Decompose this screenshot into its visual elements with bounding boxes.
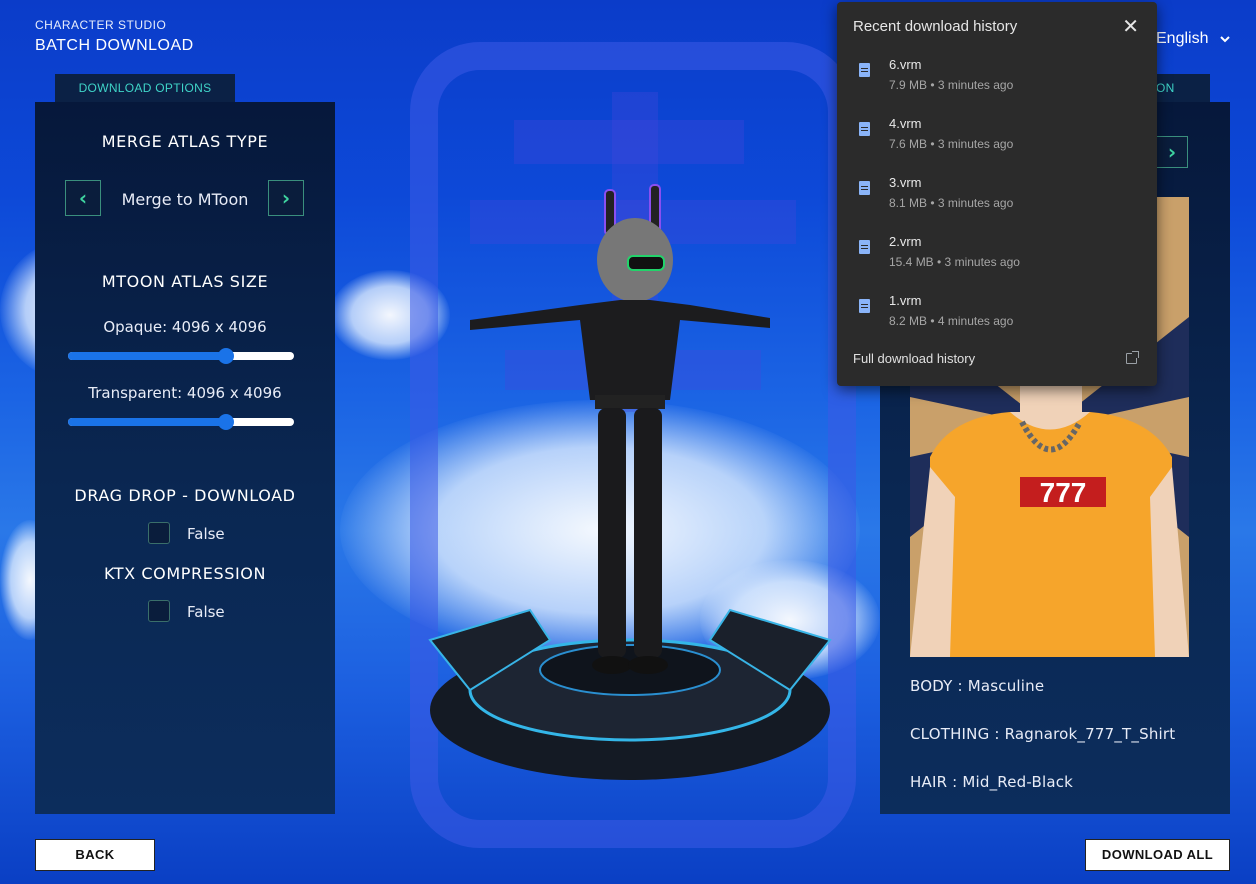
hair-info: HAIR : Mid_Red-Black [910,773,1074,791]
download-item[interactable]: 2.vrm 15.4 MB • 3 minutes ago [837,234,1157,293]
back-button[interactable]: BACK [35,839,155,871]
drag-drop-heading: DRAG DROP - DOWNLOAD [74,486,296,505]
download-item[interactable]: 6.vrm 7.9 MB • 3 minutes ago [837,57,1157,116]
download-history-popup: Recent download history ✕ 6.vrm 7.9 MB •… [837,2,1157,386]
download-all-button[interactable]: DOWNLOAD ALL [1085,839,1230,871]
merge-next-button[interactable]: › [268,180,304,216]
opaque-size-label: Opaque: 4096 x 4096 [103,318,267,336]
opaque-size-slider[interactable] [68,348,294,364]
file-icon [859,299,870,313]
chevron-down-icon [1220,36,1230,43]
file-icon [859,63,870,77]
download-item-meta: 7.9 MB • 3 minutes ago [889,78,1014,92]
download-item-name: 1.vrm [889,293,922,308]
download-item-meta: 8.1 MB • 3 minutes ago [889,196,1014,210]
transparent-size-label: Transparent: 4096 x 4096 [88,384,282,402]
tab-download-options[interactable]: DOWNLOAD OPTIONS [55,74,235,102]
language-value: English [1156,30,1209,47]
download-item[interactable]: 3.vrm 8.1 MB • 3 minutes ago [837,175,1157,234]
language-select[interactable]: English [1156,30,1231,48]
download-item[interactable]: 4.vrm 7.6 MB • 3 minutes ago [837,116,1157,175]
clothing-info: CLOTHING : Ragnarok_777_T_Shirt [910,725,1176,743]
options-panel: MERGE ATLAS TYPE ‹ Merge to MToon › MTOO… [35,102,335,814]
drag-drop-value: False [187,525,225,543]
file-icon [859,240,870,254]
download-item-name: 4.vrm [889,116,922,131]
file-icon [859,181,870,195]
glyph-decoration [514,120,744,164]
page-title: BATCH DOWNLOAD [35,37,194,54]
ktx-compression-heading: KTX COMPRESSION [103,564,267,583]
slider-fill [68,418,227,426]
file-icon [859,122,870,136]
slider-knob[interactable] [218,414,235,430]
body-info: BODY : Masculine [910,677,1045,695]
close-icon[interactable]: ✕ [1122,14,1139,39]
slider-knob[interactable] [218,348,235,364]
download-item-name: 3.vrm [889,175,922,190]
drag-drop-checkbox[interactable] [148,522,170,544]
tab-right[interactable]: ON [1150,74,1210,102]
mtoon-atlas-heading: MTOON ATLAS SIZE [101,272,269,291]
preview-next-button[interactable]: › [1156,136,1188,168]
shirt-print-text: 777 [1039,477,1087,508]
chevron-right-icon: › [1167,140,1177,164]
open-external-icon[interactable] [1126,351,1139,364]
download-item-meta: 15.4 MB • 3 minutes ago [889,255,1020,269]
transparent-size-slider[interactable] [68,414,294,430]
slider-fill [68,352,227,360]
download-item-name: 2.vrm [889,234,922,249]
merge-atlas-heading: MERGE ATLAS TYPE [101,132,269,151]
download-item-name: 6.vrm [889,57,922,72]
download-item-meta: 8.2 MB • 4 minutes ago [889,314,1014,328]
download-item[interactable]: 1.vrm 8.2 MB • 4 minutes ago [837,293,1157,352]
full-download-history-link[interactable]: Full download history [853,351,975,366]
chevron-right-icon: › [281,186,291,210]
ktx-compression-checkbox[interactable] [148,600,170,622]
character-viewport[interactable] [380,170,880,810]
app-subtitle: CHARACTER STUDIO [35,18,167,32]
download-item-meta: 7.6 MB • 3 minutes ago [889,137,1014,151]
popup-title: Recent download history [853,18,1018,35]
ktx-compression-value: False [187,603,225,621]
